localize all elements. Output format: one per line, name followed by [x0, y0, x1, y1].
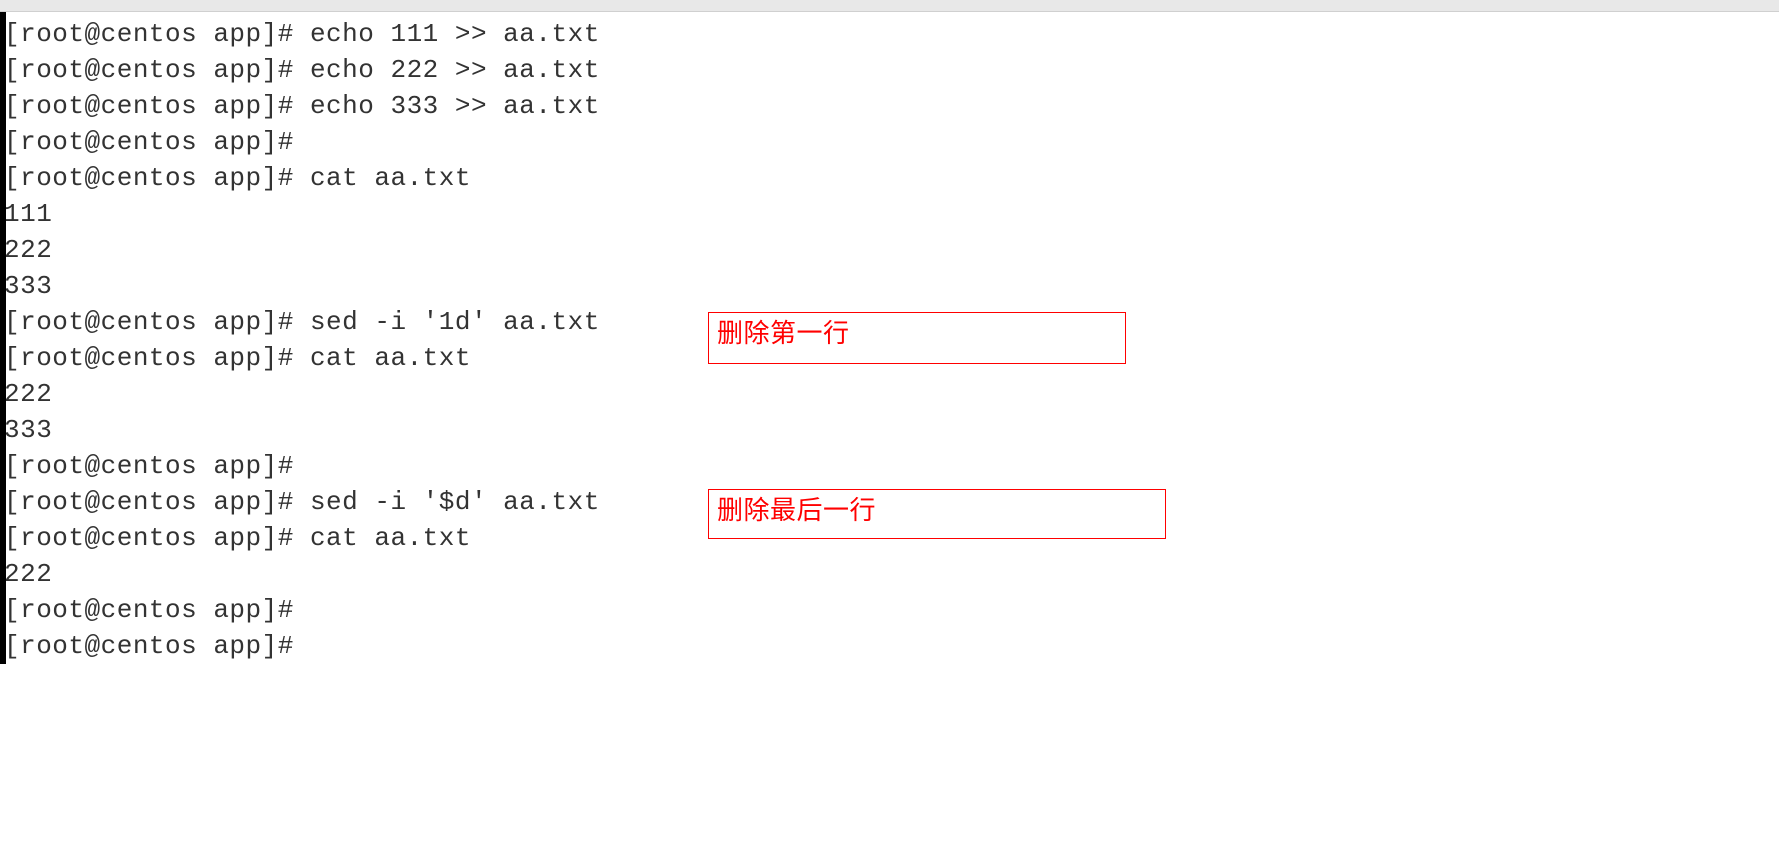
- terminal-left-border: [0, 12, 6, 664]
- terminal-line: [root@centos app]# cat aa.txt: [4, 160, 1779, 196]
- terminal-line: [root@centos app]# echo 222 >> aa.txt: [4, 52, 1779, 88]
- terminal-output: 111: [4, 196, 1779, 232]
- terminal-line: [root@centos app]# echo 111 >> aa.txt: [4, 16, 1779, 52]
- annotation-box-delete-first-line: 删除第一行: [708, 312, 1126, 364]
- terminal-output: 222: [4, 232, 1779, 268]
- terminal-area[interactable]: [root@centos app]# echo 111 >> aa.txt [r…: [0, 12, 1779, 664]
- annotation-box-delete-last-line: 删除最后一行: [708, 489, 1166, 539]
- terminal-output: 333: [4, 268, 1779, 304]
- terminal-line: [root@centos app]#: [4, 448, 1779, 484]
- terminal-output: 333: [4, 412, 1779, 448]
- terminal-line: [root@centos app]# echo 333 >> aa.txt: [4, 88, 1779, 124]
- terminal-line: [root@centos app]#: [4, 124, 1779, 160]
- terminal-output: 222: [4, 556, 1779, 592]
- window-titlebar: [0, 0, 1779, 12]
- terminal-line: [root@centos app]#: [4, 628, 1779, 664]
- terminal-output: 222: [4, 376, 1779, 412]
- terminal-line: [root@centos app]#: [4, 592, 1779, 628]
